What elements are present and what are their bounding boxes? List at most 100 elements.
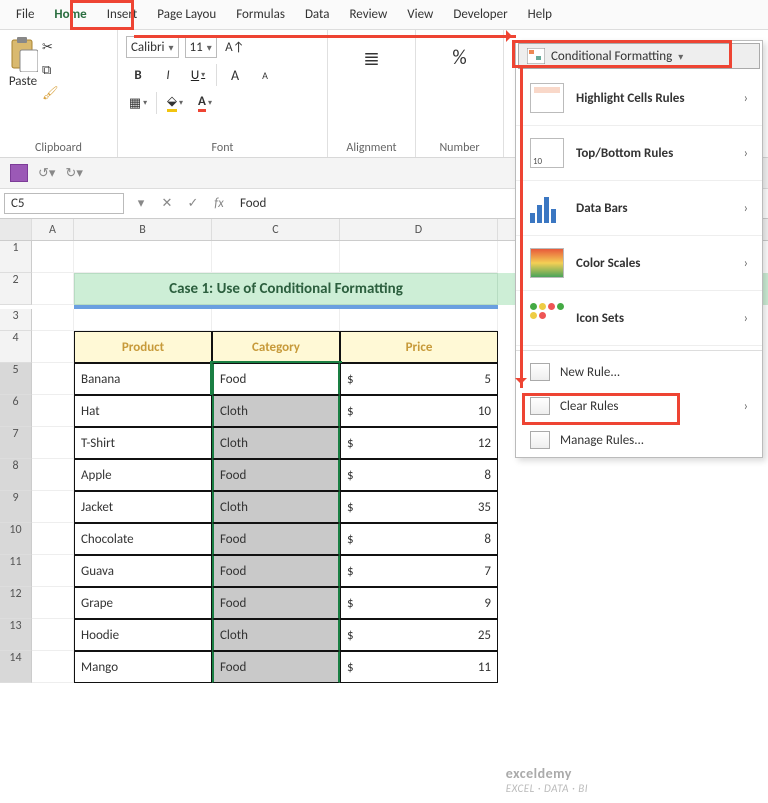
fx-icon[interactable]: fx xyxy=(206,196,232,211)
cell-category[interactable]: Food xyxy=(212,555,340,587)
cell-product[interactable]: Banana xyxy=(74,363,212,395)
row-label[interactable]: 9 xyxy=(0,491,32,523)
menu-help[interactable]: Help xyxy=(518,3,562,26)
paste-button[interactable]: Paste xyxy=(8,36,38,139)
name-box[interactable]: C5 xyxy=(4,193,124,214)
cell-price[interactable]: $8 xyxy=(340,523,498,555)
cf-manage-rules[interactable]: Manage Rules... xyxy=(516,423,762,457)
cell-price[interactable]: $8 xyxy=(340,459,498,491)
font-size-combo[interactable]: 11▾ xyxy=(185,36,217,58)
fill-color-button[interactable]: ⬙ xyxy=(163,92,187,114)
increase-font-size-icon[interactable]: A xyxy=(223,64,247,86)
cell-price[interactable]: $7 xyxy=(340,555,498,587)
col-header-d[interactable]: D xyxy=(340,219,498,240)
cf-clear-rules[interactable]: Clear Rules › xyxy=(516,389,762,423)
select-all-cell[interactable] xyxy=(0,219,32,240)
menu-data[interactable]: Data xyxy=(295,3,340,26)
cell-category[interactable]: Food xyxy=(212,523,340,555)
row-label[interactable]: 10 xyxy=(0,523,32,555)
italic-button[interactable]: I xyxy=(156,64,180,86)
cf-data-bars[interactable]: Data Bars › xyxy=(516,181,762,236)
cell-category[interactable]: Food xyxy=(212,459,340,491)
header-category[interactable]: Category xyxy=(212,331,340,363)
col-header-b[interactable]: B xyxy=(74,219,212,240)
row-label[interactable]: 5 xyxy=(0,363,32,395)
paste-label: Paste xyxy=(9,74,37,89)
row-label[interactable]: 8 xyxy=(0,459,32,491)
cell-price[interactable]: $25 xyxy=(340,619,498,651)
ribbon-group-number: % Number xyxy=(416,30,504,157)
row-label[interactable]: 1 xyxy=(0,241,32,273)
conditional-formatting-button[interactable]: Conditional Formatting ▾ xyxy=(518,43,760,69)
cell-category[interactable]: Cloth xyxy=(212,427,340,459)
menu-formulas[interactable]: Formulas xyxy=(226,3,295,26)
cell-category[interactable]: Food xyxy=(212,651,340,683)
cell-price[interactable]: $5 xyxy=(340,363,498,395)
menu-file[interactable]: File xyxy=(6,3,44,26)
cut-icon[interactable]: ✂ xyxy=(42,40,59,55)
row-label[interactable]: 12 xyxy=(0,587,32,619)
cell-product[interactable]: Hat xyxy=(74,395,212,427)
font-name-combo[interactable]: Calibri▾ xyxy=(126,36,179,58)
cell-category[interactable]: Cloth xyxy=(212,491,340,523)
underline-button[interactable]: U xyxy=(186,64,210,86)
menu-view[interactable]: View xyxy=(397,3,443,26)
menu-review[interactable]: Review xyxy=(339,3,397,26)
row-label[interactable]: 2 xyxy=(0,273,32,305)
cell-product[interactable]: Mango xyxy=(74,651,212,683)
cell-product[interactable]: Apple xyxy=(74,459,212,491)
borders-button[interactable]: ▦ xyxy=(126,92,150,114)
cell-product[interactable]: Guava xyxy=(74,555,212,587)
cell-product[interactable]: Jacket xyxy=(74,491,212,523)
menu-bar: File Home Insert Page Layou Formulas Dat… xyxy=(0,0,768,30)
cell-product[interactable]: Grape xyxy=(74,587,212,619)
cell-category[interactable]: Cloth xyxy=(212,619,340,651)
row-label[interactable]: 3 xyxy=(0,309,32,331)
col-header-c[interactable]: C xyxy=(212,219,340,240)
format-painter-icon[interactable]: 🖌 xyxy=(42,86,59,101)
cancel-icon[interactable]: ✕ xyxy=(154,196,180,211)
cell-price[interactable]: $12 xyxy=(340,427,498,459)
cell-price[interactable]: $35 xyxy=(340,491,498,523)
menu-page-layout[interactable]: Page Layou xyxy=(147,3,226,26)
bold-button[interactable]: B xyxy=(126,64,150,86)
namebox-dropdown-icon[interactable]: ▾ xyxy=(128,196,154,211)
header-product[interactable]: Product xyxy=(74,331,212,363)
cf-top-bottom-rules[interactable]: Top/Bottom Rules › xyxy=(516,126,762,181)
row-label[interactable]: 4 xyxy=(0,331,32,363)
col-header-a[interactable]: A xyxy=(32,219,74,240)
save-icon[interactable] xyxy=(10,164,28,182)
cell-price[interactable]: $10 xyxy=(340,395,498,427)
menu-insert[interactable]: Insert xyxy=(97,3,148,26)
cell-category[interactable]: Cloth xyxy=(212,395,340,427)
percent-icon[interactable]: % xyxy=(452,36,466,70)
row-label[interactable]: 13 xyxy=(0,619,32,651)
cell-category[interactable]: Food xyxy=(212,587,340,619)
row-label[interactable]: 7 xyxy=(0,427,32,459)
cell-product[interactable]: Chocolate xyxy=(74,523,212,555)
menu-home[interactable]: Home xyxy=(44,3,96,26)
increase-font-icon[interactable]: A↑ xyxy=(223,36,247,58)
cell-product[interactable]: T-Shirt xyxy=(74,427,212,459)
cf-icon-sets[interactable]: Icon Sets › xyxy=(516,291,762,346)
cell-price[interactable]: $9 xyxy=(340,587,498,619)
cf-color-scales[interactable]: Color Scales › xyxy=(516,236,762,291)
cf-new-rule[interactable]: New Rule... xyxy=(516,355,762,389)
redo-icon[interactable]: ↻▾ xyxy=(65,166,82,181)
cell-product[interactable]: Hoodie xyxy=(74,619,212,651)
menu-developer[interactable]: Developer xyxy=(443,3,517,26)
row-label[interactable]: 14 xyxy=(0,651,32,683)
row-label[interactable]: 6 xyxy=(0,395,32,427)
cell-category[interactable]: Food xyxy=(212,363,340,395)
cf-highlight-cells-rules[interactable]: Highlight Cells Rules › xyxy=(516,71,762,126)
sheet-title[interactable]: Case 1: Use of Conditional Formatting xyxy=(74,273,498,305)
header-price[interactable]: Price xyxy=(340,331,498,363)
cell-price[interactable]: $11 xyxy=(340,651,498,683)
alignment-icon[interactable]: ≣ xyxy=(363,36,380,71)
row-label[interactable]: 11 xyxy=(0,555,32,587)
enter-icon[interactable]: ✓ xyxy=(180,196,206,211)
undo-icon[interactable]: ↺▾ xyxy=(38,166,55,181)
decrease-font-size-icon[interactable]: A xyxy=(253,64,277,86)
font-color-button[interactable]: A xyxy=(193,92,217,114)
copy-icon[interactable]: ⧉ xyxy=(42,63,59,78)
